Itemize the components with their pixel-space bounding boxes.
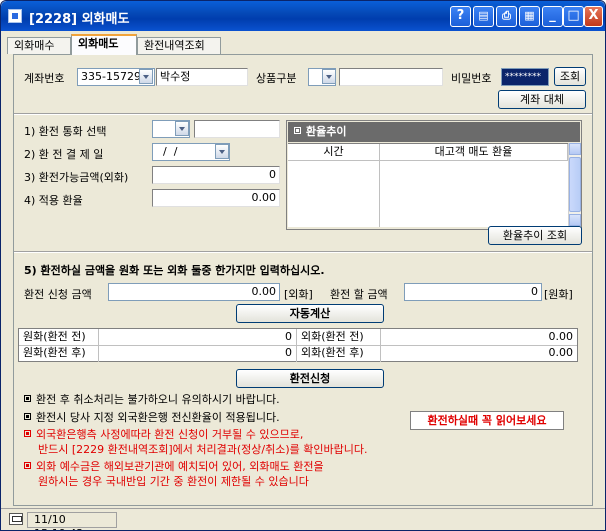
available-amount-label: 3) 환전가능금액(외화) (24, 171, 129, 184)
fx-before-value: 0.00 (381, 329, 577, 346)
currency-label: 1) 환전 통화 선택 (24, 125, 107, 138)
bullet-icon (24, 462, 31, 469)
layout-button[interactable]: ▦ (519, 6, 540, 27)
notice-item: 환전 후 취소처리는 불가하오니 유의하시기 바랍니다. (24, 393, 280, 407)
close-button[interactable]: X (584, 6, 603, 27)
request-unit-label: [외화] (284, 288, 313, 301)
window-title: [2228] 외화매도 (29, 12, 130, 27)
status-time: 11/10 15:19:42 (27, 512, 117, 530)
bullet-icon (24, 395, 31, 402)
fx-after-label: 외화(환전 후) (297, 345, 381, 362)
status-bar: 11/10 15:19:42 (1, 508, 605, 530)
exchange-instruction: 5) 환전하실 금액을 원화 또는 외화 둘중 한가지만 입력하십시오. (24, 264, 325, 277)
grid-line (379, 161, 380, 227)
print-button[interactable]: ⎙ (496, 6, 517, 27)
exchange-amount-label: 환전 할 금액 (330, 288, 388, 301)
product-label: 상품구분 (256, 72, 297, 85)
notice-item: 반드시 [2229 환전내역조회]에서 처리결과(정상/취소)를 확인바랍니다. (38, 443, 368, 456)
main-panel: 계좌번호 335-157290 박수정 상품구분 비밀번호 ******** 조… (13, 54, 593, 506)
account-holder-field: 박수정 (156, 68, 248, 86)
rate-trend-lookup-button[interactable]: 환율추이 조회 (488, 226, 582, 245)
fx-before-label: 외화(환전 전) (297, 329, 381, 346)
account-dropdown-icon[interactable] (139, 69, 153, 84)
settle-date-label: 2) 환 전 결 제 일 (24, 148, 104, 161)
krw-after-value: 0 (99, 345, 297, 362)
currency-name-field (194, 120, 280, 138)
krw-before-label: 원화(환전 전) (19, 329, 99, 346)
read-before-exchange-button[interactable]: 환전하실때 꼭 읽어보세요 (410, 411, 564, 430)
title-bar[interactable]: [2228] 외화매도 ? ▤ ⎙ ▦ _ □ X (1, 1, 605, 31)
monitor-icon[interactable] (9, 513, 23, 525)
notice-item: 외화 예수금은 해외보관기관에 예치되어 있어, 외화매도 환전을 (24, 460, 324, 474)
available-amount-field: 0 (152, 166, 280, 184)
currency-dropdown-icon[interactable] (175, 121, 189, 136)
app-icon (8, 9, 22, 23)
account-replace-button[interactable]: 계좌 대체 (498, 90, 586, 109)
rate-trend-title: 환율추이 (306, 125, 347, 138)
krw-before-value: 0 (99, 329, 297, 346)
rate-trend-panel: 환율추이 시간 대고객 매도 환율 (286, 120, 582, 230)
balance-table: 원화(환전 전) 0 외화(환전 전) 0.00 원화(환전 후) 0 외화(환… (18, 328, 578, 362)
exchange-amount-input[interactable]: 0 (404, 283, 542, 301)
scroll-up-icon[interactable] (569, 143, 581, 155)
product-dropdown-icon[interactable] (322, 69, 336, 84)
tab-fx-buy[interactable]: 외화매수 (7, 37, 71, 54)
account-label: 계좌번호 (24, 72, 65, 85)
rate-col-time: 시간 (288, 144, 380, 161)
notice-item: 원하시는 경우 국내반입 기간 중 환전이 제한될 수 있습니다 (38, 475, 309, 488)
password-label: 비밀번호 (451, 72, 492, 85)
tab-exchange-history[interactable]: 환전내역조회 (137, 37, 221, 54)
main-window: [2228] 외화매도 ? ▤ ⎙ ▦ _ □ X 외화매수 외화매도 환전내역… (0, 0, 606, 531)
krw-after-label: 원화(환전 후) (19, 345, 99, 362)
settle-date-dropdown-icon[interactable] (215, 144, 229, 159)
scroll-thumb[interactable] (569, 157, 581, 212)
rate-trend-header: 환율추이 (288, 122, 580, 142)
applied-rate-label: 4) 적용 환율 (24, 194, 83, 207)
bullet-icon (294, 127, 301, 134)
notice-item: 환전시 당사 지정 외국환은행 전신환율이 적용됩니다. (24, 411, 280, 425)
notice-item: 외국환은행측 사정에따라 환전 신청이 거부될 수 있으므로, (24, 428, 303, 442)
lookup-button[interactable]: 조회 (554, 67, 586, 86)
help-button[interactable]: ? (450, 6, 471, 27)
auto-calc-button[interactable]: 자동계산 (236, 304, 384, 323)
scroll-down-icon[interactable] (569, 214, 581, 226)
rate-trend-scrollbar[interactable] (568, 143, 581, 227)
request-amount-label: 환전 신청 금액 (24, 288, 92, 301)
tab-fx-sell[interactable]: 외화매도 (71, 34, 137, 55)
fx-after-value: 0.00 (548, 346, 574, 359)
exchange-unit-label: [원화] (544, 288, 573, 301)
divider-top (14, 113, 592, 115)
maximize-button[interactable]: □ (563, 6, 584, 27)
rate-col-sell-rate: 대고객 매도 환율 (380, 144, 568, 161)
bullet-icon (24, 430, 31, 437)
applied-rate-field: 0.00 (152, 189, 280, 207)
request-amount-input[interactable]: 0.00 (108, 283, 280, 301)
bullet-icon (24, 413, 31, 420)
minimize-button[interactable]: _ (542, 6, 563, 27)
exchange-submit-button[interactable]: 환전신청 (236, 369, 384, 388)
screen-list-button[interactable]: ▤ (473, 6, 494, 27)
password-field[interactable]: ******** (501, 68, 549, 86)
divider-middle (14, 251, 592, 253)
rate-trend-grid[interactable]: 시간 대고객 매도 환율 (288, 143, 568, 227)
product-name-field (339, 68, 443, 86)
